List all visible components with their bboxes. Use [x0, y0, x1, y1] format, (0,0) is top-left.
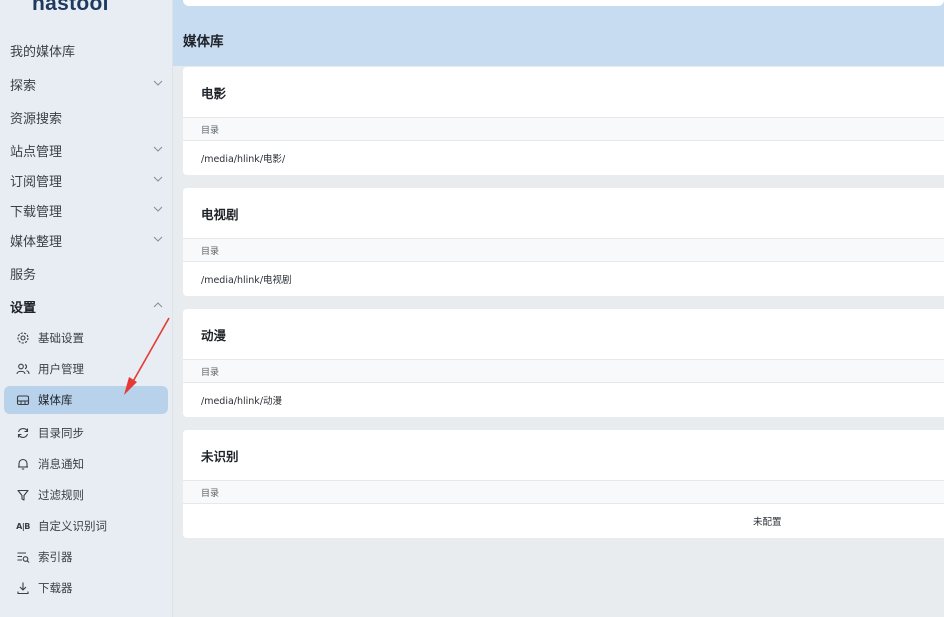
sidebar-item-label: 我的媒体库 — [10, 44, 76, 60]
directory-path: /media/hlink/电视剧 — [201, 275, 292, 286]
app-window: nastool 我的媒体库 探索 资源搜索 站点管理 订阅管理 下载管理 媒体整… — [0, 0, 944, 617]
column-header-directory: 目录 — [183, 238, 944, 262]
app-logo[interactable]: nastool — [32, 0, 109, 16]
sidebar-subitem-label: 目录同步 — [38, 426, 84, 440]
sidebar-subitem-label: 索引器 — [38, 550, 73, 564]
sidebar-subitem-label: 媒体库 — [38, 393, 73, 407]
chevron-down-icon — [153, 80, 163, 86]
card-title: 电视剧 — [201, 206, 239, 222]
sidebar-subitem-media-library[interactable]: 媒体库 — [4, 386, 168, 414]
header-card-edge — [183, 0, 944, 6]
column-header-directory: 目录 — [183, 117, 944, 141]
sidebar-item-label: 订阅管理 — [10, 174, 63, 190]
sidebar-item-label: 资源搜索 — [10, 111, 63, 127]
sidebar-subitem-label: 用户管理 — [38, 362, 84, 376]
library-card-movies: 电影 目录 /media/hlink/电影/ — [183, 67, 944, 175]
main-content: 媒体库 电影 目录 /media/hlink/电影/ 电视剧 目录 /media… — [173, 0, 944, 617]
sidebar-subitem-label: 消息通知 — [38, 457, 84, 471]
column-header-directory: 目录 — [183, 480, 944, 504]
chevron-down-icon — [153, 236, 163, 242]
library-card-anime: 动漫 目录 /media/hlink/动漫 — [183, 309, 944, 417]
sidebar-subitem-label: 自定义识别词 — [38, 519, 107, 533]
users-icon — [16, 362, 30, 376]
page-header: 媒体库 — [173, 0, 944, 66]
library-card-unrecognized: 未识别 目录 未配置 — [183, 430, 944, 538]
chevron-up-icon — [153, 302, 163, 308]
card-title: 动漫 — [201, 327, 227, 343]
sidebar-subitem-user-management[interactable]: 用户管理 — [4, 355, 168, 383]
sidebar-subitem-label: 过滤规则 — [38, 488, 84, 502]
directory-path: /media/hlink/动漫 — [201, 396, 283, 407]
sidebar-item-explore[interactable]: 探索 — [0, 70, 172, 98]
sidebar-subitem-custom-words[interactable]: A|B 自定义识别词 — [4, 512, 168, 540]
directory-path: /media/hlink/电影/ — [201, 154, 286, 165]
sidebar-subitem-directory-sync[interactable]: 目录同步 — [4, 419, 168, 447]
chevron-down-icon — [153, 176, 163, 182]
gear-icon — [16, 331, 30, 345]
not-configured-text: 未配置 — [753, 517, 782, 528]
sidebar-item-services[interactable]: 服务 — [0, 259, 172, 287]
sidebar-item-subscription-management[interactable]: 订阅管理 — [0, 166, 172, 194]
sidebar-subitem-downloader[interactable]: 下载器 — [4, 574, 168, 602]
sidebar-subitem-filter-rules[interactable]: 过滤规则 — [4, 481, 168, 509]
library-icon — [16, 393, 30, 407]
library-card-tv: 电视剧 目录 /media/hlink/电视剧 — [183, 188, 944, 296]
page-title: 媒体库 — [183, 34, 224, 50]
sidebar-subitem-notifications[interactable]: 消息通知 — [4, 450, 168, 478]
chevron-down-icon — [153, 206, 163, 212]
filter-icon — [16, 488, 30, 502]
sidebar-item-label: 下载管理 — [10, 204, 63, 220]
card-title: 未识别 — [201, 448, 239, 464]
sidebar: nastool 我的媒体库 探索 资源搜索 站点管理 订阅管理 下载管理 媒体整… — [0, 0, 173, 617]
card-title: 电影 — [201, 85, 227, 101]
sync-icon — [16, 426, 30, 440]
sidebar-item-my-library[interactable]: 我的媒体库 — [0, 36, 172, 64]
sidebar-item-label: 服务 — [10, 267, 37, 283]
column-header-directory: 目录 — [183, 359, 944, 383]
sidebar-item-label: 设置 — [10, 300, 37, 316]
sidebar-item-settings[interactable]: 设置 — [0, 292, 172, 320]
sidebar-subitem-label: 基础设置 — [38, 331, 84, 345]
sidebar-item-site-management[interactable]: 站点管理 — [0, 136, 172, 164]
sidebar-item-label: 媒体整理 — [10, 234, 63, 250]
bell-icon — [16, 457, 30, 471]
sidebar-item-label: 探索 — [10, 78, 37, 94]
sidebar-subitem-indexer[interactable]: 索引器 — [4, 543, 168, 571]
download-icon — [16, 581, 30, 595]
sidebar-subitem-basic-settings[interactable]: 基础设置 — [4, 324, 168, 352]
sidebar-item-media-organize[interactable]: 媒体整理 — [0, 226, 172, 254]
indexer-icon — [16, 550, 30, 564]
sidebar-subitem-label: 下载器 — [38, 581, 73, 595]
sidebar-item-label: 站点管理 — [10, 144, 63, 160]
chevron-down-icon — [153, 146, 163, 152]
sidebar-item-download-management[interactable]: 下载管理 — [0, 196, 172, 224]
sidebar-item-resource-search[interactable]: 资源搜索 — [0, 103, 172, 131]
ab-icon: A|B — [16, 521, 30, 531]
